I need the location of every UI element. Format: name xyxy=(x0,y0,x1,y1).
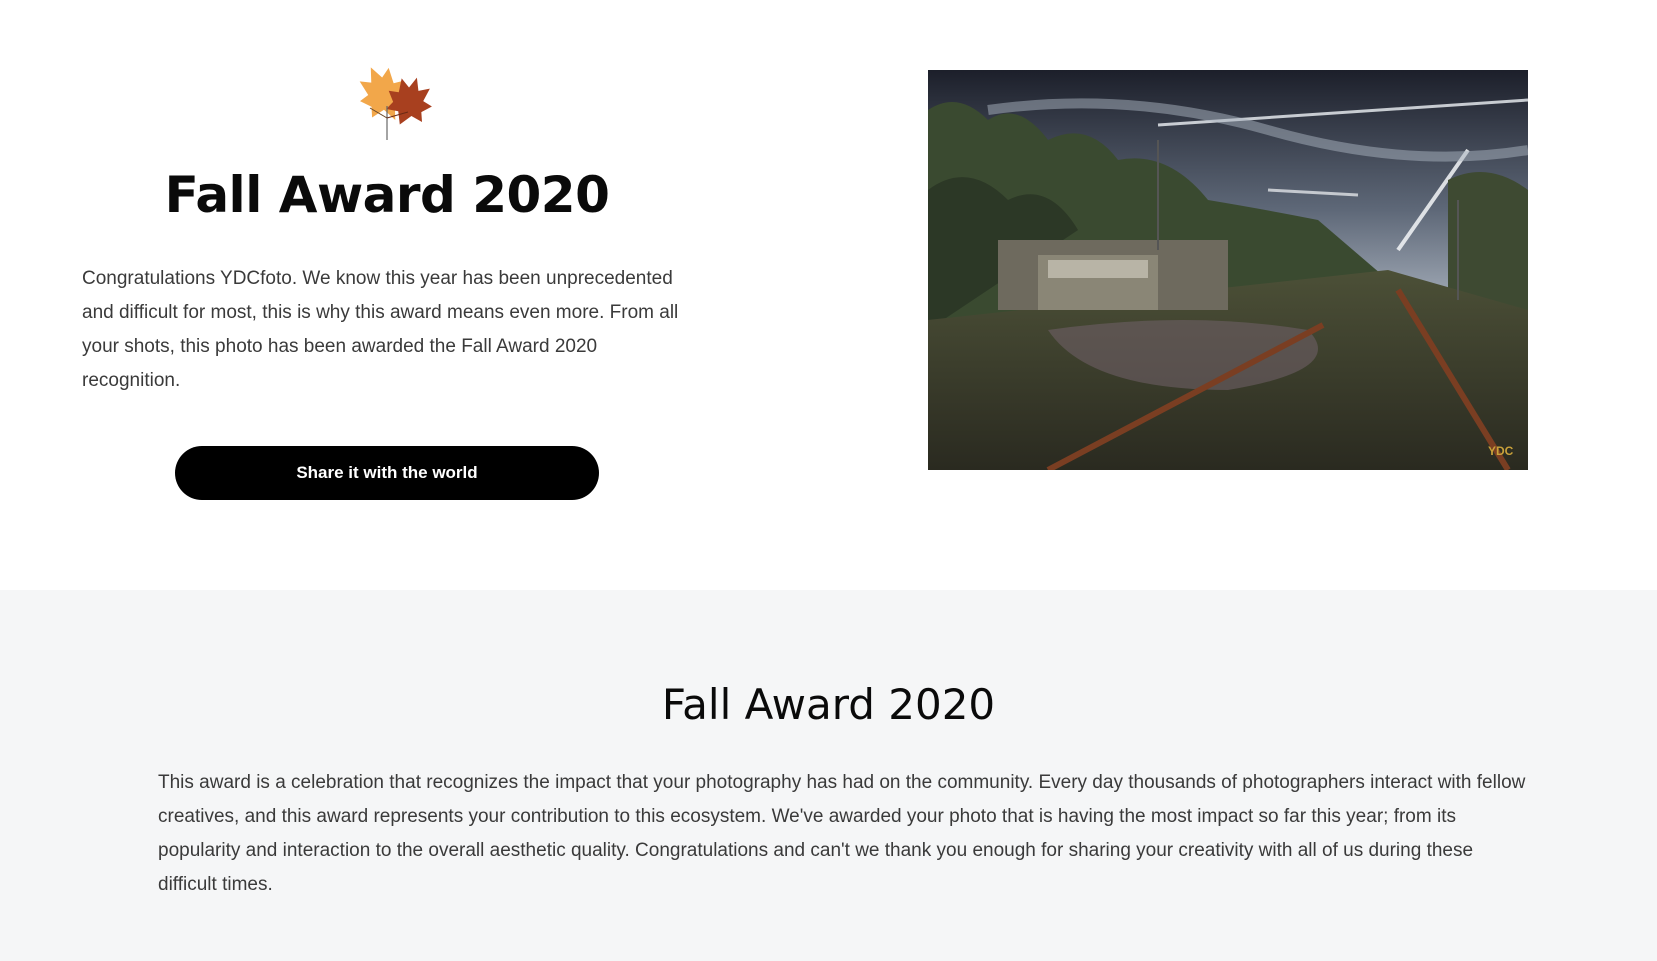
info-title: Fall Award 2020 xyxy=(661,680,996,729)
hero-title: Fall Award 2020 xyxy=(164,166,610,224)
railway-photo-illustration: YDC xyxy=(928,70,1528,470)
awarded-photo[interactable]: YDC xyxy=(928,70,1528,470)
photo-watermark: YDC xyxy=(1488,444,1514,458)
award-hero-section: Fall Award 2020 Congratulations YDCfoto.… xyxy=(0,0,1657,590)
maple-leaf-icon xyxy=(359,67,432,140)
award-info-section: Fall Award 2020 This award is a celebrat… xyxy=(0,590,1657,961)
info-description: This award is a celebration that recogni… xyxy=(158,772,1526,895)
award-summary: Fall Award 2020 Congratulations YDCfoto.… xyxy=(82,0,692,590)
hero-description: Congratulations YDCfoto. We know this ye… xyxy=(82,268,679,391)
share-button[interactable]: Share it with the world xyxy=(175,446,599,500)
